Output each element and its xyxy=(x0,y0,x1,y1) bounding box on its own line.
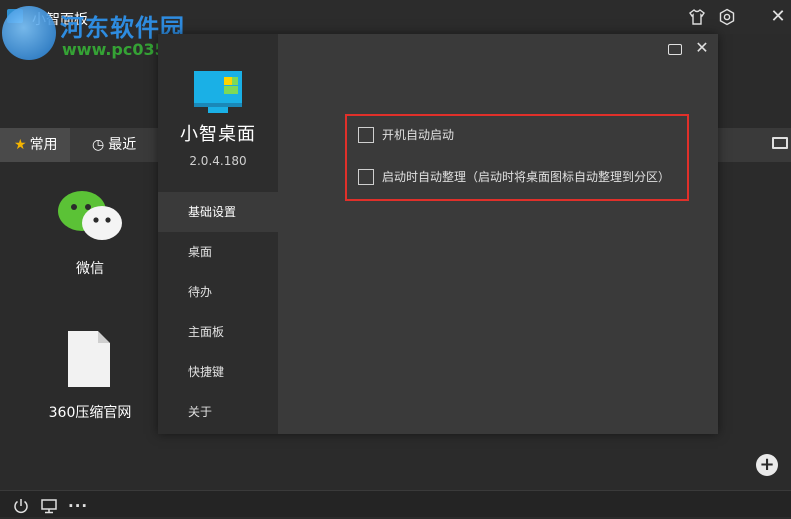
desktop-item-label: 微信 xyxy=(76,261,104,277)
tab-common[interactable]: ★ 常用 xyxy=(0,128,70,162)
tab-label: 常用 xyxy=(29,137,58,153)
add-button[interactable]: + xyxy=(756,454,778,476)
close-icon[interactable]: ✕ xyxy=(769,8,787,26)
monitor-icon[interactable] xyxy=(40,497,58,515)
settings-icon[interactable] xyxy=(718,8,736,26)
display-icon[interactable] xyxy=(772,137,788,149)
tshirt-icon[interactable] xyxy=(688,8,706,26)
more-icon[interactable]: ··· xyxy=(68,497,87,515)
nav-item-main-panel[interactable]: 主面板 xyxy=(158,312,278,352)
auto-organize-label: 启动时自动整理（启动时将桌面图标自动整理到分区） xyxy=(382,170,671,184)
watermark-logo-icon xyxy=(2,6,56,60)
auto-organize-checkbox[interactable] xyxy=(358,169,374,185)
nav-item-hotkeys[interactable]: 快捷键 xyxy=(158,352,278,392)
close-icon[interactable]: ✕ xyxy=(694,40,710,56)
dialog-sidebar: 小智桌面 2.0.4.180 基础设置 桌面 待办 主面板 快捷键 关于 xyxy=(158,34,278,434)
nav-item-desktop[interactable]: 桌面 xyxy=(158,232,278,272)
monitor-logo-icon xyxy=(194,71,242,113)
nav-item-about[interactable]: 关于 xyxy=(158,392,278,432)
settings-dialog: 小智桌面 2.0.4.180 基础设置 桌面 待办 主面板 快捷键 关于 ✕ 开… xyxy=(158,34,718,434)
file-icon[interactable] xyxy=(68,331,110,387)
feedback-icon[interactable] xyxy=(668,44,682,55)
product-version: 2.0.4.180 xyxy=(189,154,247,168)
star-icon: ★ xyxy=(14,137,27,153)
tab-label: 最近 xyxy=(108,137,137,153)
autostart-checkbox[interactable] xyxy=(358,127,374,143)
tab-recent[interactable]: ◷ 最近 xyxy=(80,128,160,162)
clock-icon: ◷ xyxy=(92,137,105,153)
desktop-item-label: 360压缩官网 xyxy=(48,405,132,421)
product-name: 小智桌面 xyxy=(180,124,256,145)
auto-organize-option[interactable]: 启动时自动整理（启动时将桌面图标自动整理到分区） xyxy=(358,169,678,187)
autostart-option[interactable]: 开机自动启动 xyxy=(358,127,558,145)
nav-item-basic-settings[interactable]: 基础设置 xyxy=(158,192,278,232)
wechat-icon[interactable] xyxy=(56,189,126,244)
power-icon[interactable] xyxy=(12,497,30,515)
bottom-bar xyxy=(0,490,791,517)
autostart-label: 开机自动启动 xyxy=(382,128,455,142)
nav-item-todo[interactable]: 待办 xyxy=(158,272,278,312)
